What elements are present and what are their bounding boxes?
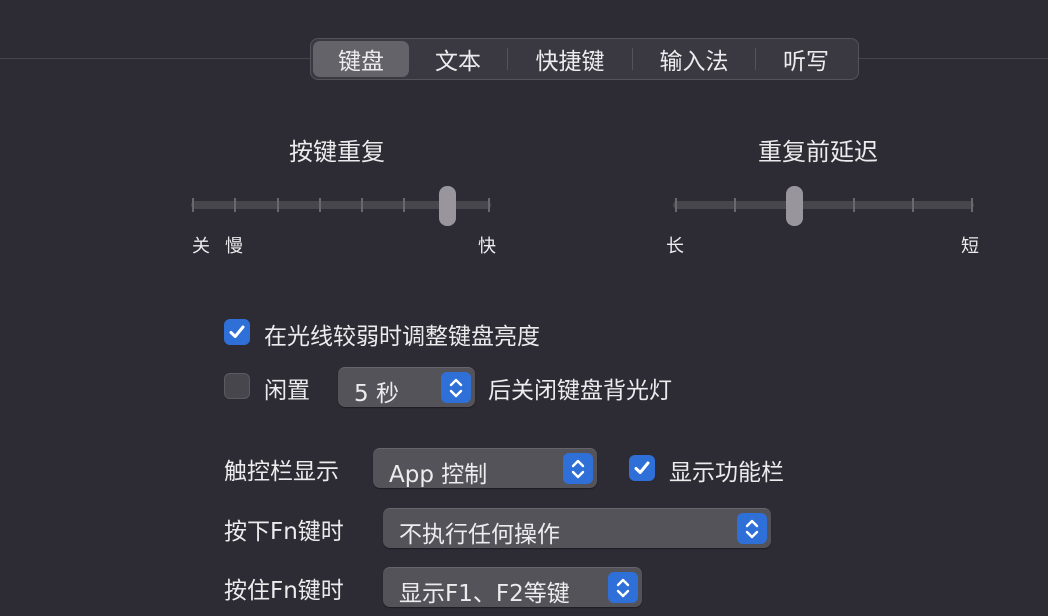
idle-checkbox[interactable] — [224, 373, 250, 399]
key-repeat-tick — [318, 198, 321, 212]
touchbar-label: 触控栏显示 — [224, 459, 339, 485]
delay-tick — [675, 198, 677, 212]
tab-bar: 键盘 文本 快捷键 输入法 听写 — [310, 38, 859, 80]
touchbar-popup[interactable]: App 控制 — [373, 448, 597, 488]
key-repeat-off-label: 关 — [192, 236, 210, 257]
key-repeat-fast-label: 快 — [478, 236, 496, 257]
hold-fn-label: 按住Fn键时 — [224, 578, 344, 604]
touchbar-value: App 控制 — [389, 462, 488, 488]
delay-tick — [734, 198, 737, 212]
delay-track[interactable] — [673, 201, 974, 209]
press-fn-value: 不执行任何操作 — [399, 522, 560, 548]
show-fn-label: 显示功能栏 — [669, 460, 784, 486]
hold-fn-value: 显示F1、F2等键 — [399, 581, 570, 607]
key-repeat-knob[interactable] — [438, 186, 456, 226]
checkmark-icon — [229, 325, 245, 338]
tab-label: 听写 — [783, 49, 829, 75]
delay-tick — [852, 198, 855, 212]
brightness-label: 在光线较弱时调整键盘亮度 — [264, 324, 540, 350]
idle-time-popup[interactable]: 5 秒 — [338, 367, 475, 407]
press-fn-popup[interactable]: 不执行任何操作 — [383, 508, 771, 548]
chevron-up-down-icon — [737, 513, 767, 544]
tab-label: 键盘 — [338, 49, 384, 75]
delay-short-label: 短 — [961, 236, 979, 257]
delay-long-label: 长 — [666, 236, 684, 257]
key-repeat-tick — [488, 198, 490, 212]
tab-shortcuts[interactable]: 快捷键 — [508, 39, 632, 79]
tab-label: 快捷键 — [535, 49, 605, 75]
key-repeat-title: 按键重复 — [289, 138, 385, 166]
key-repeat-tick — [403, 198, 406, 212]
show-fn-checkbox[interactable] — [629, 455, 655, 481]
key-repeat-tick — [361, 198, 364, 212]
brightness-checkbox[interactable] — [224, 319, 250, 345]
chevron-up-down-icon — [441, 372, 471, 403]
chevron-up-down-icon — [608, 572, 638, 603]
tab-label: 文本 — [435, 49, 481, 75]
tab-input-sources[interactable]: 输入法 — [633, 39, 755, 79]
tab-text[interactable]: 文本 — [409, 39, 507, 79]
key-repeat-tick — [192, 198, 194, 212]
chevron-up-down-icon — [563, 453, 593, 484]
delay-tick — [971, 198, 973, 212]
delay-title: 重复前延迟 — [758, 138, 878, 166]
key-repeat-slow-label: 慢 — [225, 236, 243, 257]
delay-tick — [911, 198, 914, 212]
key-repeat-tick — [276, 198, 279, 212]
press-fn-label: 按下Fn键时 — [224, 519, 344, 545]
idle-suffix-label: 后关闭键盘背光灯 — [488, 378, 672, 404]
checkmark-icon — [634, 461, 650, 474]
idle-label: 闲置 — [264, 378, 310, 404]
hold-fn-popup[interactable]: 显示F1、F2等键 — [383, 567, 642, 607]
tab-keyboard[interactable]: 键盘 — [313, 41, 409, 77]
delay-knob[interactable] — [786, 186, 804, 226]
tab-label: 输入法 — [659, 49, 729, 75]
tab-dictation[interactable]: 听写 — [756, 39, 856, 79]
key-repeat-tick — [234, 198, 237, 212]
idle-time-value: 5 秒 — [354, 381, 399, 407]
